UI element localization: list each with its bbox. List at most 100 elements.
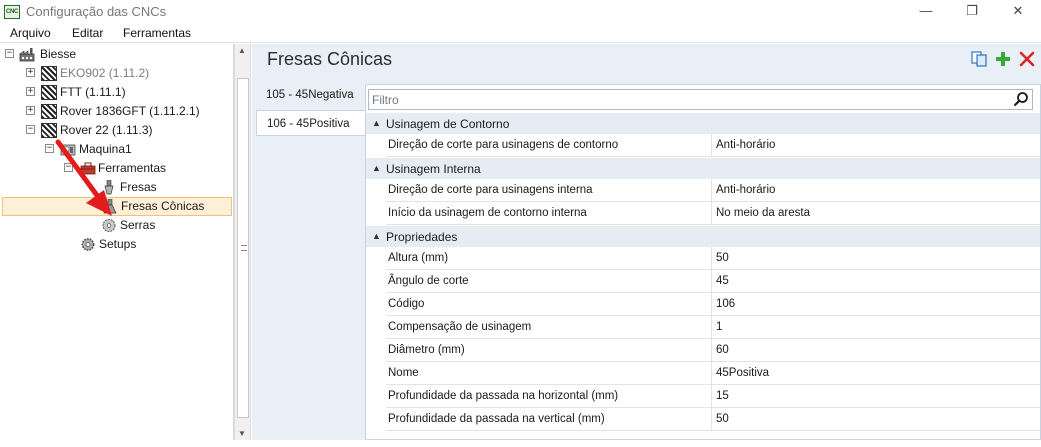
menu-bar: Arquivo Editar Ferramentas — [0, 24, 1041, 43]
expand-icon[interactable]: + — [26, 106, 35, 115]
property-value[interactable]: 45Positiva — [716, 367, 769, 379]
conical-bit-icon — [103, 199, 117, 214]
scroll-down-icon[interactable]: ▼ — [238, 429, 246, 438]
column-divider — [711, 293, 712, 316]
category-label: Usinagem de Contorno — [386, 117, 510, 131]
collapse-icon[interactable]: − — [5, 49, 14, 58]
minimize-button[interactable]: — — [903, 0, 949, 24]
property-value[interactable]: 45 — [716, 275, 729, 287]
tree-node-label: FTT (1.11.1) — [60, 85, 126, 99]
property-name: Direção de corte para usinagens interna — [388, 184, 593, 196]
close-button[interactable]: ✕ — [995, 0, 1041, 24]
delete-icon[interactable] — [1019, 51, 1035, 67]
search-icon[interactable] — [1013, 91, 1029, 107]
tree-node-biesse[interactable]: − Biesse — [0, 45, 233, 64]
property-name: Nome — [388, 367, 419, 379]
column-divider — [711, 202, 712, 225]
tab-tool-105[interactable]: 105 - 45Negativa — [256, 82, 360, 108]
property-name: Diâmetro (mm) — [388, 344, 465, 356]
toolbox-icon — [80, 162, 96, 175]
collapse-icon[interactable]: − — [26, 125, 35, 134]
property-value[interactable]: Anti-horário — [716, 139, 775, 151]
tree-node-setups[interactable]: Setups — [0, 235, 233, 254]
property-row[interactable]: Código 106 — [386, 293, 1040, 316]
tree-node-rover-22[interactable]: − Rover 22 (1.11.3) — [0, 121, 233, 140]
property-value[interactable]: 1 — [716, 321, 722, 333]
property-row[interactable]: Início da usinagem de contorno interna N… — [386, 202, 1040, 225]
column-divider — [711, 316, 712, 339]
tree-node-ftt[interactable]: + FTT (1.11.1) — [0, 83, 233, 102]
tree-node-ferramentas[interactable]: − Ferramentas — [0, 159, 233, 178]
category-propriedades[interactable]: ▲ Propriedades — [366, 225, 1040, 247]
property-row[interactable]: Altura (mm) 50 — [386, 247, 1040, 270]
property-row[interactable]: Diâmetro (mm) 60 — [386, 339, 1040, 362]
menu-editar[interactable]: Editar — [72, 26, 103, 40]
tree-scrollbar[interactable]: ▲ ▼ — [234, 44, 251, 440]
column-divider — [711, 385, 712, 408]
scrollbar-thumb[interactable] — [237, 78, 249, 418]
tree-node-rover-1836gft[interactable]: + Rover 1836GFT (1.11.2.1) — [0, 102, 233, 121]
tab-tool-106[interactable]: 106 - 45Positiva — [256, 110, 366, 136]
collapse-icon[interactable]: ▲ — [372, 118, 381, 128]
property-row[interactable]: Nome 45Positiva — [386, 362, 1040, 385]
column-divider — [711, 134, 712, 157]
restore-button[interactable]: ❐ — [949, 0, 995, 24]
machine-config-icon — [60, 144, 76, 156]
tree-node-fresas[interactable]: Fresas — [0, 178, 233, 197]
tree-node-serras[interactable]: Serras — [0, 216, 233, 235]
add-icon[interactable] — [995, 51, 1011, 67]
property-value[interactable]: 60 — [716, 344, 729, 356]
tree-node-label: Fresas Cônicas — [121, 199, 205, 213]
machine-icon — [41, 123, 57, 138]
property-value[interactable]: 50 — [716, 413, 729, 425]
app-icon: CNC — [4, 5, 20, 19]
property-row[interactable]: Ângulo de corte 45 — [386, 270, 1040, 293]
tree-node-label: Setups — [99, 237, 137, 251]
saw-blade-icon — [102, 219, 116, 232]
collapse-icon[interactable]: ▲ — [372, 231, 381, 241]
property-name: Ângulo de corte — [388, 275, 469, 287]
expand-icon[interactable]: + — [26, 68, 35, 77]
property-row[interactable]: Direção de corte para usinagens interna … — [386, 179, 1040, 202]
property-name: Direção de corte para usinagens de conto… — [388, 139, 619, 151]
collapse-icon[interactable]: − — [45, 144, 54, 153]
property-value[interactable]: Anti-horário — [716, 184, 775, 196]
filter-placeholder: Filtro — [372, 93, 399, 107]
property-row[interactable]: Compensação de usinagem 1 — [386, 316, 1040, 339]
column-divider — [711, 362, 712, 385]
column-divider — [711, 339, 712, 362]
factory-icon — [19, 48, 35, 62]
tool-detail-panel: Fresas Cônicas 105 - 45Negativa 106 - 45… — [252, 44, 1041, 440]
copy-icon[interactable] — [971, 51, 987, 67]
property-value[interactable]: 50 — [716, 252, 729, 264]
category-usinagem-contorno[interactable]: ▲ Usinagem de Contorno — [366, 112, 1040, 134]
property-row[interactable]: Profundidade da passada na vertical (mm)… — [386, 408, 1040, 431]
category-usinagem-interna[interactable]: ▲ Usinagem Interna — [366, 157, 1040, 179]
scroll-up-icon[interactable]: ▲ — [238, 46, 246, 55]
menu-arquivo[interactable]: Arquivo — [10, 26, 51, 40]
title-bar: CNC Configuração das CNCs — ❐ ✕ — [0, 0, 1041, 24]
property-name: Código — [388, 298, 425, 310]
page-title: Fresas Cônicas — [267, 49, 393, 69]
property-name: Altura (mm) — [388, 252, 449, 264]
tree-node-fresas-conicas[interactable]: Fresas Cônicas — [2, 197, 232, 216]
property-value[interactable]: 15 — [716, 390, 729, 402]
property-row[interactable]: Direção de corte para usinagens de conto… — [386, 134, 1040, 157]
tree-node-label: EKO902 (1.11.2) — [60, 66, 150, 80]
expand-icon[interactable]: + — [26, 87, 35, 96]
property-row[interactable]: Profundidade da passada na horizontal (m… — [386, 385, 1040, 408]
panel-toolbar — [965, 51, 1035, 67]
column-divider — [711, 270, 712, 293]
tree-node-maquina1[interactable]: − Maquina1 — [0, 140, 233, 159]
tree-node-label: Rover 1836GFT (1.11.2.1) — [60, 104, 200, 118]
property-value[interactable]: No meio da aresta — [716, 207, 810, 219]
collapse-icon[interactable]: − — [64, 163, 73, 172]
menu-ferramentas[interactable]: Ferramentas — [123, 26, 191, 40]
tree-node-label: Fresas — [120, 180, 157, 194]
filter-input[interactable]: Filtro — [368, 89, 1033, 110]
property-value[interactable]: 106 — [716, 298, 735, 310]
collapse-icon[interactable]: ▲ — [372, 163, 381, 173]
property-grid: Filtro ▲ Usinagem de Contorno Direção de… — [365, 84, 1041, 440]
category-label: Usinagem Interna — [386, 162, 481, 176]
tree-node-eko902[interactable]: + EKO902 (1.11.2) — [0, 64, 233, 83]
